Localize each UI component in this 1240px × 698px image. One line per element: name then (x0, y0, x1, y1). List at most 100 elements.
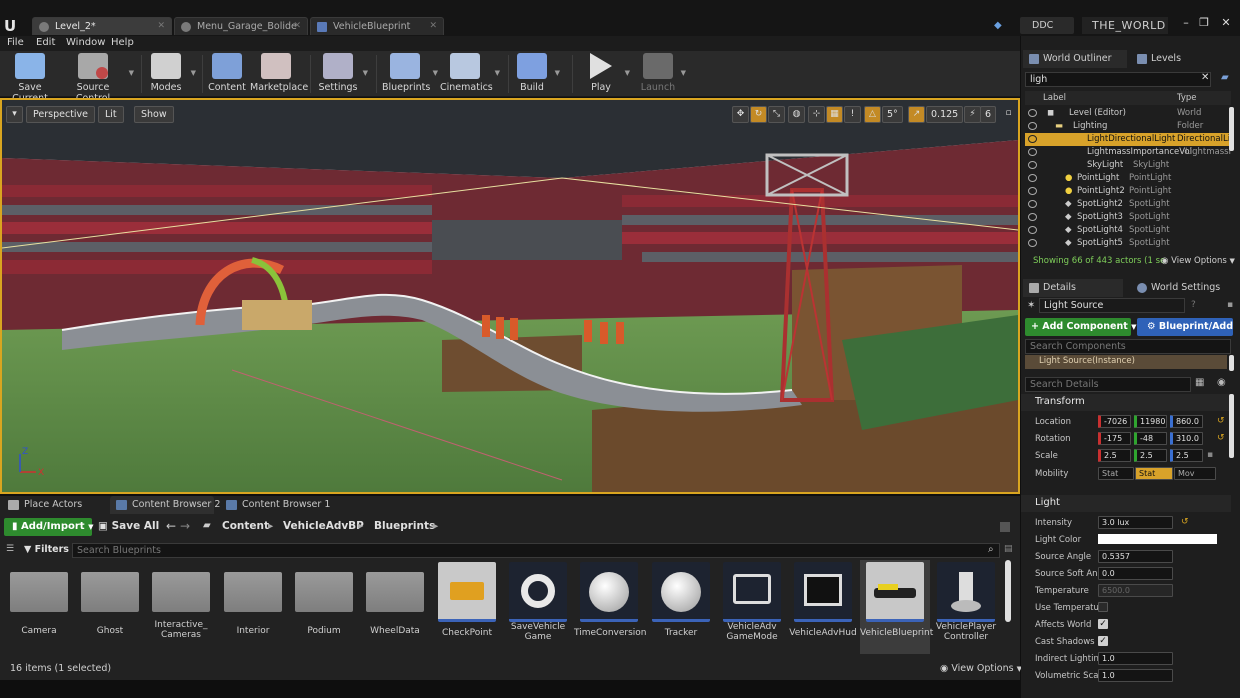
tab-place-actors[interactable]: Place Actors (2, 496, 102, 514)
rotation-z-field[interactable]: 310.0 (1170, 432, 1203, 445)
rotation-snap-value[interactable]: 5° (882, 106, 903, 123)
property-matrix-icon[interactable]: ▦ (1195, 377, 1204, 388)
grid-size-button[interactable]: ! (844, 106, 861, 123)
outliner-row-spotlight5[interactable]: ◆ SpotLight5 SpotLight (1025, 237, 1231, 250)
visibility-eye-icon[interactable] (1028, 122, 1037, 130)
source-soft-angle-field[interactable]: 0.0 (1098, 567, 1173, 580)
column-type[interactable]: Type (1177, 93, 1197, 103)
search-details-input[interactable]: Search Details (1025, 377, 1191, 392)
asset-savevehiclegame[interactable]: SaveVehicle Game (503, 560, 573, 654)
rotate-icon[interactable]: ↻ (750, 106, 767, 123)
marketplace-button[interactable]: Marketplace (250, 53, 308, 95)
save-search-icon[interactable]: ▤ (1004, 544, 1013, 554)
cast-shadows-checkbox[interactable]: ✓ (1098, 636, 1108, 646)
menu-window[interactable]: Window (66, 37, 105, 48)
tab-vehicle-blueprint[interactable]: VehicleBlueprint ✕ (310, 17, 444, 35)
close-icon[interactable]: ✕ (293, 21, 301, 31)
asset-folder-camera[interactable]: Camera (4, 560, 74, 654)
scale-x-field[interactable]: 2.5 (1098, 449, 1131, 462)
location-x-field[interactable]: -7026 (1098, 415, 1131, 428)
breadcrumb-chevron-icon[interactable]: ▸ (358, 520, 363, 532)
tab-details[interactable]: Details (1023, 279, 1123, 297)
level-viewport[interactable]: X Z ▾ Perspective Lit Show ✥ ↻ ⤡ ◍ ⊹ ▦ !… (0, 98, 1020, 494)
tab-world-outliner[interactable]: World Outliner (1023, 50, 1127, 68)
scale-snap-value[interactable]: 0.125 (926, 106, 964, 123)
help-icon[interactable]: ? (1191, 300, 1196, 310)
show-button[interactable]: Show (134, 106, 174, 123)
menu-edit[interactable]: Edit (36, 37, 55, 48)
feedback-icon[interactable]: ◆ (994, 20, 1006, 31)
camera-speed-icon[interactable]: ⚡ (964, 106, 981, 123)
surface-snap-icon[interactable]: ⊹ (808, 106, 825, 123)
modes-button[interactable]: Modes ▼ (146, 53, 196, 95)
menu-help[interactable]: Help (111, 37, 134, 48)
close-window-button[interactable]: ✕ (1218, 16, 1234, 30)
component-scrollbar[interactable] (1229, 355, 1234, 371)
cinematics-button[interactable]: Cinematics ▼ (440, 53, 500, 95)
content-button[interactable]: Content (208, 53, 246, 95)
breadcrumb-content[interactable]: Content (222, 520, 269, 532)
chevron-down-icon[interactable]: ▼ (495, 69, 500, 77)
outliner-row-lighting-folder[interactable]: ▬ Lighting Folder (1025, 120, 1231, 133)
breadcrumb-chevron-icon[interactable]: ▸ (433, 520, 438, 532)
save-all-button[interactable]: ▣ Save All (98, 520, 159, 532)
close-icon[interactable]: ✕ (429, 21, 437, 31)
blueprint-add-button[interactable]: ⚙ Blueprint/Add (1137, 318, 1233, 336)
asset-vehicleblueprint[interactable]: VehicleBlueprint (860, 560, 933, 654)
affects-world-checkbox[interactable]: ✓ (1098, 619, 1108, 629)
chevron-down-icon[interactable]: ▼ (191, 69, 196, 77)
rotation-snap-icon[interactable]: △ (864, 106, 881, 123)
outliner-row-directional-light[interactable]: LightDirectionalLight DirectionalLi (1025, 133, 1231, 146)
visibility-eye-icon[interactable] (1028, 239, 1037, 247)
chevron-down-icon[interactable]: ▼ (363, 69, 368, 77)
location-label[interactable]: Location (1035, 417, 1071, 427)
location-z-field[interactable]: 860.0 (1170, 415, 1203, 428)
tab-content-browser-2[interactable]: Content Browser 2 (110, 496, 220, 514)
scale-label[interactable]: Scale (1035, 451, 1058, 461)
forward-arrow-icon[interactable]: → (180, 519, 190, 533)
mobility-static-button[interactable]: Stat (1098, 467, 1134, 480)
close-icon[interactable]: ✕ (157, 21, 165, 31)
folder-tree-icon[interactable]: ▰ (203, 520, 211, 531)
asset-scrollbar[interactable] (1005, 560, 1011, 622)
visibility-eye-icon[interactable] (1028, 174, 1037, 182)
translate-icon[interactable]: ✥ (732, 106, 749, 123)
grid-snap-icon[interactable]: ▦ (826, 106, 843, 123)
menu-file[interactable]: File (7, 37, 24, 48)
save-current-button[interactable]: Save Current (4, 53, 56, 104)
temperature-field[interactable]: 6500.0 (1098, 584, 1173, 597)
lock-scale-icon[interactable]: ▪ (1207, 450, 1213, 460)
location-y-field[interactable]: 11980 (1134, 415, 1167, 428)
clear-search-icon[interactable]: ✕ (1201, 72, 1209, 83)
maximize-viewport-icon[interactable]: ▫ (1000, 106, 1017, 123)
reset-intensity-icon[interactable]: ↺ (1181, 517, 1189, 527)
eye-icon[interactable]: ◉ (1217, 377, 1226, 388)
visibility-eye-icon[interactable] (1028, 187, 1037, 195)
scale-snap-icon[interactable]: ↗ (908, 106, 925, 123)
asset-vehicleadvgamemode[interactable]: VehicleAdv GameMode (717, 560, 787, 654)
asset-tracker[interactable]: Tracker (646, 560, 716, 654)
view-options-button[interactable]: ◉ View Options ▼ (940, 663, 1022, 674)
use-temperature-checkbox[interactable] (1098, 602, 1108, 612)
outliner-row-lightmass[interactable]: LightmassImportanceVol LightmassIm (1025, 146, 1231, 159)
camera-speed-value[interactable]: 6 (980, 106, 997, 123)
lit-button[interactable]: Lit (98, 106, 124, 123)
outliner-row-pointlight2[interactable]: ● PointLight2 PointLight (1025, 185, 1231, 198)
visibility-eye-icon[interactable] (1028, 135, 1037, 143)
launch-button[interactable]: Launch ▼ (640, 53, 686, 95)
viewport-options-menu[interactable]: ▾ (6, 106, 23, 123)
ddc-button[interactable]: DDC (1020, 17, 1074, 34)
visibility-eye-icon[interactable] (1028, 200, 1037, 208)
asset-folder-interior[interactable]: Interior (218, 560, 288, 654)
indirect-lighting-field[interactable]: 1.0 (1098, 652, 1173, 665)
asset-folder-ghost[interactable]: Ghost (75, 560, 145, 654)
scale-y-field[interactable]: 2.5 (1134, 449, 1167, 462)
chevron-down-icon[interactable]: ▼ (681, 69, 686, 77)
source-control-button[interactable]: Source Control ▼ (62, 53, 134, 104)
visibility-eye-icon[interactable] (1028, 213, 1037, 221)
viewport-scene[interactable]: X Z (2, 100, 1018, 492)
search-blueprints-input[interactable]: Search Blueprints (72, 543, 1000, 558)
chevron-down-icon[interactable]: ▼ (129, 69, 134, 77)
outliner-view-options-button[interactable]: ◉ View Options ▼ (1161, 256, 1235, 266)
outliner-row-level[interactable]: ◼ Level (Editor) World (1025, 107, 1231, 120)
